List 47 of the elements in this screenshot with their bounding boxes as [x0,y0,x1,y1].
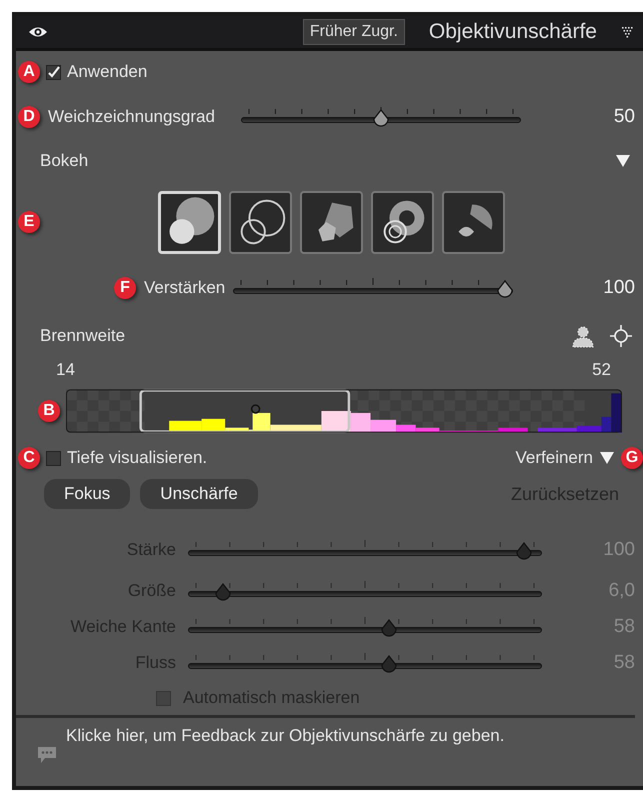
callout-marker: C [18,447,40,469]
dotted-triangle-icon[interactable] [621,26,633,38]
bokeh-shape-button[interactable] [300,190,363,254]
refine-label: Verfeinern [516,448,593,468]
slider[interactable] [240,106,521,128]
mode-button[interactable]: Fokus [44,479,130,509]
before-button[interactable]: Früher Zugr. [302,19,405,45]
callout-marker: G [621,447,643,469]
section-label: Bokeh [40,151,88,171]
bokeh-shape-button[interactable] [229,190,292,254]
range-max-value: 52 [592,360,611,380]
eye-icon[interactable] [28,25,48,39]
slider-thumb[interactable] [372,109,390,127]
slider-thumb[interactable] [496,280,514,298]
panel-title: Objektivunschärfe [428,20,597,44]
slider-label: Weichzeichnungsgrad [48,107,215,127]
checkbox[interactable] [46,64,61,80]
checkbox[interactable] [46,450,61,466]
callout-marker: F [114,277,136,299]
slider[interactable] [188,539,542,561]
slider[interactable] [188,616,542,638]
slider-label: Verstärken [144,278,226,298]
crosshair-icon[interactable] [609,324,633,348]
callout-marker: B [38,400,60,422]
slider-value: 58 [612,616,635,638]
slider[interactable] [188,652,542,674]
callout-marker: D [18,106,40,128]
slider[interactable] [188,580,542,602]
callout-marker: A [18,61,40,83]
bokeh-shape-button[interactable] [442,190,505,254]
feedback-link[interactable]: Klicke hier, um Feedback zur Objektivunschärfe zu geben. [66,726,504,786]
apply-label: Anwenden [67,62,148,82]
callout-marker: E [18,211,40,233]
person-icon[interactable] [571,324,595,348]
slider-value: 58 [612,652,635,674]
disclosure-triangle-icon[interactable] [599,451,615,465]
bokeh-shape-button[interactable] [371,190,434,254]
disclosure-triangle-icon[interactable] [615,154,631,168]
slider[interactable] [233,277,514,299]
slider-value: 6,0 [608,580,635,602]
mode-button[interactable]: Unschärfe [140,479,258,509]
slider-value: 100 [602,539,635,561]
slider-value: 50 [612,106,635,128]
range-min-value: 14 [56,360,75,380]
slider-value: 100 [602,277,635,299]
section-label: Brennweite [40,326,126,346]
visualize-label: Tiefe visualisieren. [67,448,208,468]
